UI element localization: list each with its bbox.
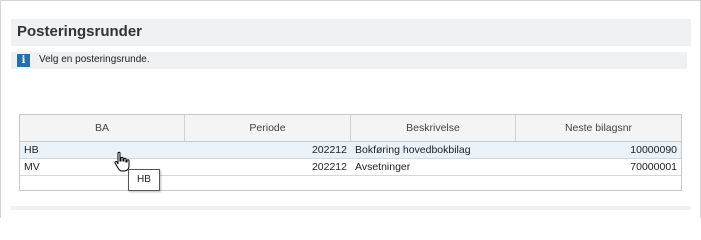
column-header-beskrivelse[interactable]: Beskrivelse	[351, 115, 516, 141]
page-title: Posteringsrunder	[17, 23, 143, 40]
panel-header: Posteringsrunder	[11, 19, 691, 46]
cell-neste-bilagsnr: 70000001	[630, 161, 677, 173]
cell-beskrivelse: Avsetninger	[355, 161, 411, 173]
table-header: BA Periode Beskrivelse Neste bilagsnr	[20, 115, 681, 142]
cell-periode: 202212	[311, 144, 347, 156]
column-header-periode[interactable]: Periode	[185, 115, 351, 141]
info-message-bar: i Velg en posteringsrunde.	[11, 52, 687, 69]
info-icon: i	[17, 54, 30, 67]
cell-beskrivelse: Bokføring hovedbokbilag	[355, 144, 471, 156]
column-header-ba[interactable]: BA	[20, 115, 185, 141]
cell-periode: 202212	[311, 161, 347, 173]
cell-neste-bilagsnr: 10000090	[630, 144, 677, 156]
info-message: Velg en posteringsrunde.	[39, 54, 150, 65]
cell-ba: HB	[24, 144, 39, 156]
column-header-neste-bilagsnr[interactable]: Neste bilagsnr	[516, 115, 681, 141]
footer-divider	[11, 206, 691, 210]
cell-ba: MV	[24, 161, 40, 173]
posting-rounds-window: Posteringsrunder i Velg en posteringsrun…	[0, 0, 701, 218]
empty-table-row	[20, 176, 681, 191]
tooltip: HB	[128, 169, 160, 191]
